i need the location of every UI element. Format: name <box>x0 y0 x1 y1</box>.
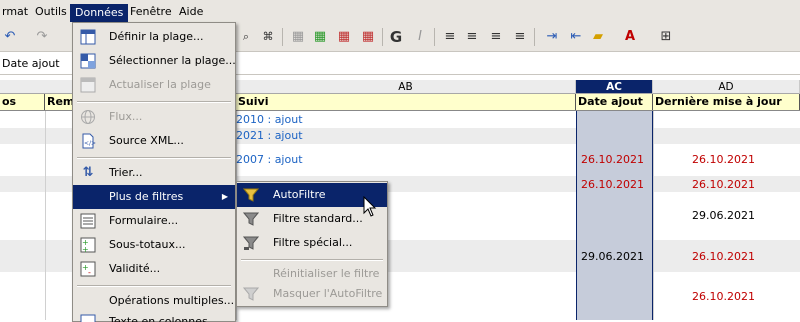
cell-derniere-maj[interactable]: 26.10.2021 <box>653 178 755 191</box>
header-cell-derniere-maj[interactable]: Dernière mise à jour <box>653 94 800 110</box>
delete-column-icon[interactable]: ▦ <box>358 27 378 47</box>
undo-icon[interactable]: ↶ <box>0 27 20 47</box>
highlight-color-icon[interactable]: ▰ <box>588 27 608 47</box>
spelling-icon[interactable]: ⌘ <box>258 27 278 47</box>
globe-icon <box>80 109 96 125</box>
menu-item-trier[interactable]: ⇅ Trier... <box>73 161 235 185</box>
insert-row-icon[interactable]: ▦ <box>288 27 308 47</box>
menu-aide[interactable]: Aide <box>175 4 207 22</box>
menu-item-select-range[interactable]: Sélectionner la plage... <box>73 49 236 73</box>
header-cell-date-ajout-bg: Date ajout <box>576 94 653 111</box>
menu-item-flux[interactable]: Flux... <box>73 105 235 129</box>
select-range-icon <box>80 53 96 69</box>
cell-suivi[interactable]: 2007 : ajout <box>236 153 303 166</box>
decrease-indent-icon[interactable]: ⇤ <box>566 27 586 47</box>
menu-format[interactable]: rmat <box>0 4 32 22</box>
header-cell-maj-bg: Dernière mise à jour <box>653 94 800 111</box>
sort-icon: ⇅ <box>82 165 94 180</box>
standard-filter-icon <box>242 211 260 227</box>
increase-indent-icon[interactable]: ⇥ <box>542 27 562 47</box>
xml-source-icon: </> <box>80 133 96 149</box>
column-header-ab[interactable]: AB <box>236 80 576 94</box>
menu-item-texte-en-colonnes[interactable]: Texte en colonnes... <box>73 310 235 322</box>
cell-derniere-maj[interactable]: 26.10.2021 <box>653 250 755 263</box>
redo-icon[interactable]: ↷ <box>32 27 52 47</box>
header-cell[interactable]: Rem <box>45 94 75 110</box>
cell-date-ajout[interactable]: 29.06.2021 <box>576 250 644 263</box>
svg-text:</>: </> <box>84 140 96 147</box>
cell-derniere-maj[interactable]: 26.10.2021 <box>653 153 755 166</box>
advanced-filter-icon <box>242 235 260 251</box>
cell-suivi[interactable]: 2021 : ajout <box>236 129 303 142</box>
hide-autofilter-icon <box>242 286 260 302</box>
arrow-right-icon: ▶ <box>221 192 228 201</box>
insert-column-icon[interactable]: ▦ <box>310 27 330 47</box>
borders-icon[interactable]: ⊞ <box>656 27 676 47</box>
refresh-range-icon <box>80 77 96 93</box>
validity-icon: + - <box>80 261 96 277</box>
menu-fenetre[interactable]: Fenêtre <box>126 4 176 22</box>
submenu-item-filtre-special[interactable]: Filtre spécial... <box>237 231 387 255</box>
menu-outils[interactable]: Outils <box>31 4 71 22</box>
align-center-icon[interactable]: ≡ <box>462 27 482 47</box>
justify-icon[interactable]: ≡ <box>510 27 530 47</box>
svg-text:-: - <box>88 268 91 277</box>
cell-date-ajout[interactable]: 26.10.2021 <box>576 153 644 166</box>
selected-column-ac[interactable] <box>576 111 653 320</box>
menubar: rmat Outils Données Fenêtre Aide <box>0 0 800 24</box>
donnees-menu: Définir la plage... Sélectionner la plag… <box>72 22 236 322</box>
cell-derniere-maj[interactable]: 26.10.2021 <box>653 290 755 303</box>
menu-item-refresh-range[interactable]: Actualiser la plage <box>73 73 235 97</box>
header-cell-date-ajout[interactable]: Date ajout <box>576 94 653 110</box>
align-left-icon[interactable]: ≡ <box>440 27 460 47</box>
column-header-ac[interactable]: AC <box>576 80 653 94</box>
svg-text:+: + <box>82 245 89 253</box>
delete-row-icon[interactable]: ▦ <box>334 27 354 47</box>
autofilter-icon <box>242 187 260 203</box>
italic-icon[interactable]: I <box>410 27 430 47</box>
menu-item-xml-source[interactable]: </> Source XML... <box>73 129 235 153</box>
find-replace-icon[interactable]: ⌕ <box>236 27 256 47</box>
menu-item-formulaire[interactable]: Formulaire... <box>73 209 235 233</box>
text-to-columns-icon <box>80 314 96 322</box>
menu-item-define-range[interactable]: Définir la plage... <box>73 25 235 49</box>
subtotals-icon: + + <box>80 237 96 254</box>
submenu-item-masquer-autofiltre[interactable]: Masquer l'AutoFiltre <box>237 282 387 306</box>
menu-item-sous-totaux[interactable]: + + Sous-totaux... <box>73 233 235 257</box>
cell-suivi[interactable]: 2010 : ajout <box>236 113 303 126</box>
column-header-ad[interactable]: AD <box>653 80 800 94</box>
bold-icon[interactable]: G <box>386 27 406 47</box>
menu-item-plus-de-filtres[interactable]: Plus de filtres ▶ <box>73 185 235 209</box>
menu-item-validite[interactable]: + - Validité... <box>73 257 235 281</box>
header-cell[interactable]: os <box>0 94 45 110</box>
form-icon <box>80 213 96 229</box>
header-cell-suivi[interactable]: Suivi <box>236 94 576 110</box>
define-range-icon <box>80 29 96 45</box>
cell-date-ajout[interactable]: 26.10.2021 <box>576 178 644 191</box>
align-right-icon[interactable]: ≡ <box>486 27 506 47</box>
mouse-pointer-icon <box>363 195 377 218</box>
font-color-icon[interactable]: A <box>620 27 640 47</box>
menu-donnees[interactable]: Données <box>70 4 129 22</box>
name-box[interactable]: Date ajout <box>0 55 60 73</box>
cell-derniere-maj[interactable]: 29.06.2021 <box>653 209 755 222</box>
